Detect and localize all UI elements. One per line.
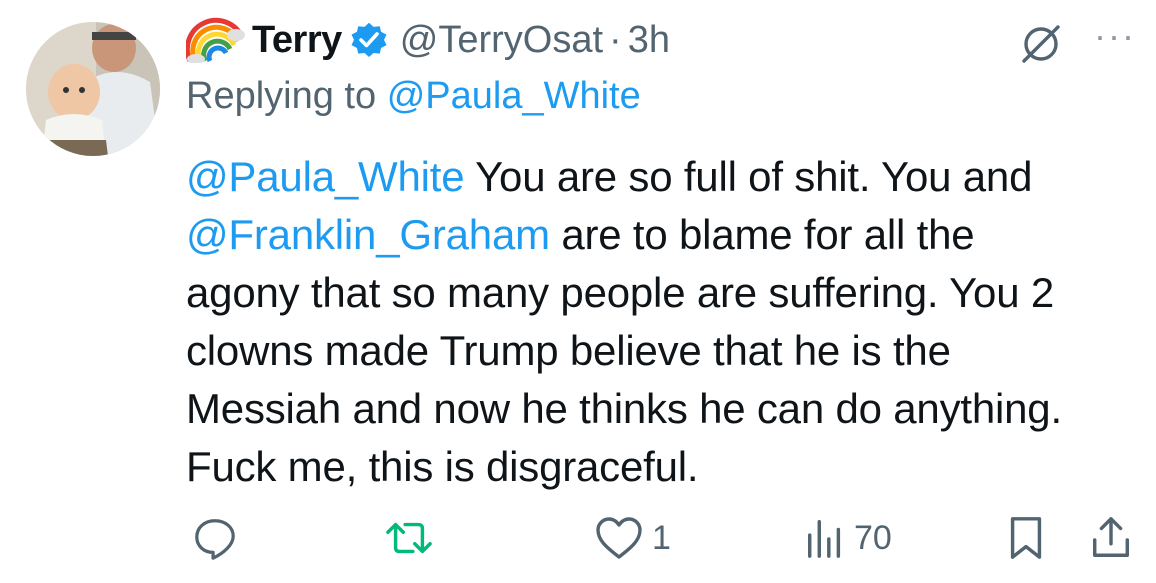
repost-icon (384, 515, 434, 561)
replying-to: Replying to @Paula_White (186, 70, 1132, 122)
tweet-content: Terry @TerryOsat · 3h Replying to @Paula… (184, 14, 1132, 496)
share-icon (1088, 515, 1134, 561)
reply-icon (192, 515, 238, 561)
separator-dot: · (609, 18, 622, 61)
avatar-photo (26, 22, 160, 156)
mention-link[interactable]: @Paula_White (186, 153, 465, 200)
tweet-line: Messiah and now he thinks he can do anyt… (186, 380, 1136, 438)
verified-badge-icon[interactable] (350, 21, 388, 59)
tweet-line-text: are to blame for all the (549, 211, 975, 258)
tweet-line-text: agony that so many people are suffering.… (186, 269, 1055, 316)
more-icon[interactable]: ··· (1094, 18, 1136, 70)
reply-button[interactable] (192, 515, 238, 561)
replying-to-prefix: Replying to (186, 75, 377, 117)
tweet-header: Terry @TerryOsat · 3h (184, 14, 1132, 66)
tweet-line-text: You are so full of shit. You and (464, 153, 1033, 200)
tweet-top-actions: ··· (1018, 18, 1136, 70)
tweet-actions: 1 70 (192, 515, 1140, 567)
timestamp[interactable]: 3h (628, 19, 670, 62)
like-button[interactable]: 1 (594, 515, 671, 561)
heart-icon (594, 515, 644, 561)
mention-link[interactable]: @Franklin_Graham (186, 211, 550, 258)
tweet-line: Fuck me, this is disgraceful. (186, 438, 1136, 496)
rainbow-emoji-icon (184, 17, 246, 64)
replying-to-handle[interactable]: @Paula_White (387, 75, 641, 117)
tweet-line: clowns made Trump believe that he is the (186, 322, 1136, 380)
grok-icon[interactable] (1018, 21, 1064, 67)
tweet-line: @Paula_White You are so full of shit. Yo… (186, 148, 1136, 206)
views-button[interactable]: 70 (804, 515, 892, 561)
display-name[interactable]: Terry (252, 19, 342, 62)
tweet-line: @Franklin_Graham are to blame for all th… (186, 206, 1136, 264)
views-count: 70 (854, 518, 892, 557)
tweet-text: @Paula_White You are so full of shit. Yo… (186, 148, 1136, 496)
tweet-line-text: Messiah and now he thinks he can do anyt… (186, 385, 1062, 432)
handle[interactable]: @TerryOsat (400, 19, 603, 62)
views-icon (804, 515, 846, 561)
repost-button[interactable] (384, 515, 434, 561)
tweet-line-text: clowns made Trump believe that he is the (186, 327, 951, 374)
tweet-line: agony that so many people are suffering.… (186, 264, 1136, 322)
bookmark-button[interactable] (1006, 515, 1046, 561)
tweet-line-text: Fuck me, this is disgraceful. (186, 443, 699, 490)
bookmark-icon (1006, 515, 1046, 561)
avatar[interactable] (26, 22, 160, 156)
like-count: 1 (652, 518, 671, 557)
share-button[interactable] (1088, 515, 1134, 561)
